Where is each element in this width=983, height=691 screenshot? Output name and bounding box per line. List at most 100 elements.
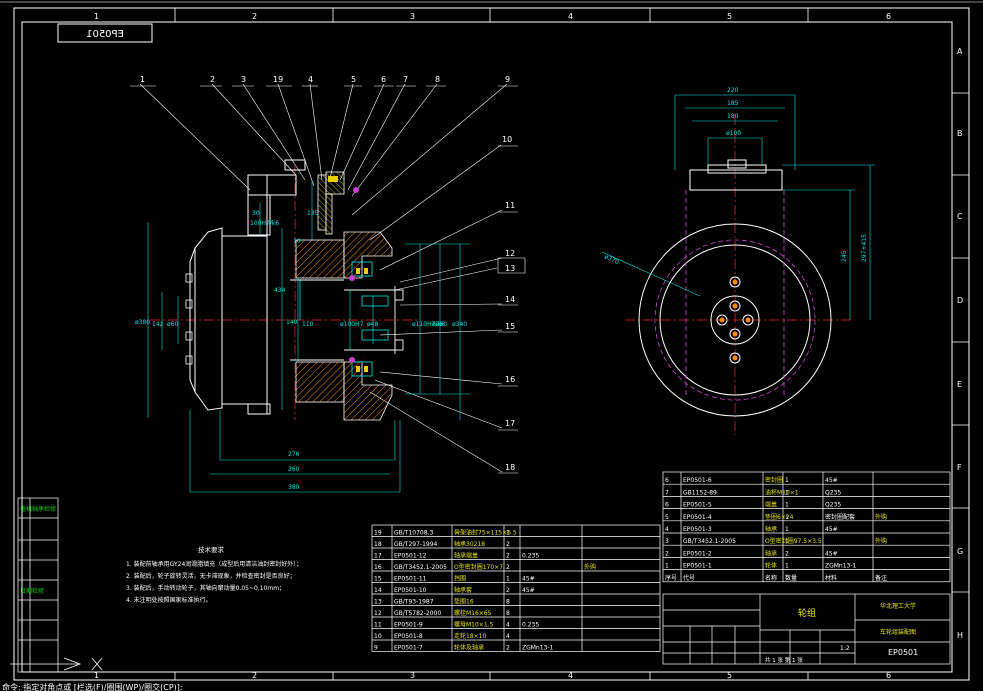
dim-10: 10 [293,238,301,245]
bom-left-row-cell: 走轮18×10 [454,632,486,640]
dim-380: ø380 [135,319,150,326]
title-drawing-title: 车轮组装配图 [880,628,916,636]
bom-left-row-cell: GB/T10708.3 [394,530,433,537]
title-sheet: 共 1 张 第 1 张 [765,656,803,664]
bom-right-row-cell: 轴承 [765,525,777,533]
tech-req-line-3: 3. 装配后，手动转动轮子，其轴向窜动量0.05~0.10mm； [126,584,285,592]
bom-left-row-cell: 0.235 [522,622,539,629]
bom-left-row-cell: 10 [374,633,382,640]
bom-left-row-cell: 挡圈 [454,575,466,583]
bom-left-row-cell: 1 [506,576,510,583]
bom-left-row-cell: GB/T93-1987 [394,599,434,606]
dim-60: ø60 [167,321,178,328]
grid-row-g: G [957,547,963,556]
bom-right-row-cell: 轴承 [765,549,777,557]
bom-right-row-cell: 轮体 [765,562,777,570]
balloon-6: 6 [381,75,386,84]
grid-col-5-bottom: 5 [727,671,732,680]
bom-left-row-cell: EP0501-11 [394,576,427,583]
grid-col-4: 4 [568,12,573,21]
bom-right-row-cell: 3 [665,538,669,545]
bom-right-row-cell: 1 [785,477,789,484]
bom-right-row-cell: Q235 [825,489,841,496]
bom-left-row-cell: EP0501-9 [394,622,423,629]
balloon-3: 3 [241,75,246,84]
bom-right-row-cell: 1 [785,538,789,545]
bom-left-row-cell: 螺母M10×1.5 [454,621,494,629]
tech-req-title: 技术要求 [198,545,225,554]
grid-col-6: 6 [886,12,891,21]
grid-col-2: 2 [252,12,257,21]
bom-left-row-cell: 13 [374,599,382,606]
bom-left-row-cell: EP0501-10 [394,587,427,594]
side-dim-370: ø370 [603,253,620,266]
balloon-19: 19 [273,75,283,84]
balloon-2: 2 [210,75,215,84]
bom-left-row-cell: 17 [374,553,382,560]
side-dim-220: 220 [727,87,739,94]
dim-30: 30 [252,210,260,217]
dim-48: ø48 [367,321,378,328]
title-part-name: 轮组 [798,607,816,619]
grid-col-3-bottom: 3 [410,671,415,680]
bom-left-row-cell: 4 [506,633,510,640]
bom-left-row-cell: 轴承30218 [454,540,485,548]
ucs-icon [10,657,103,671]
bom-left-row-cell: GB/T5782-2000 [394,610,441,617]
balloon-18: 18 [505,463,515,472]
title-drawing-no: EP0501 [888,648,918,657]
bom-left-row-cell: 8 [506,599,510,606]
bom-left-row-cell: O型密封圈170×7 [454,563,503,571]
bom-right-row-header: 名称 [765,574,777,582]
balloon-5: 5 [351,75,356,84]
balloon-10: 10 [502,135,512,144]
balloon-8: 8 [435,75,440,84]
balloon-16: 16 [505,375,515,384]
grid-col-4-bottom: 4 [568,671,573,680]
bom-left-row-cell: 15 [374,576,382,583]
bom-right-row-cell: 垫圈6×24 [765,513,794,521]
grid-row-a: A [957,47,963,56]
bom-left-row-cell: 4 [506,622,510,629]
side-dim-180: 180 [727,113,739,120]
tech-req-line-1: 1. 装配前轴承用GY24润滑脂填充（成型后用清洁油封密封好外）； [126,560,302,568]
bom-right-row-cell: 外购 [875,513,887,521]
bom-right-row-cell: EP0501-3 [683,526,712,533]
grid-row-c: C [957,212,963,221]
bom-left-row-cell: 11 [374,622,382,629]
side-dim-185: 185 [727,100,739,107]
side-dim-297: 297+415 [861,234,868,262]
bom-right-row-header: 备注 [875,574,887,582]
cad-drawing-canvas[interactable]: 1 2 3 4 5 6 1 2 3 4 5 6 A B C D E F G H … [0,0,983,691]
bom-left-row-cell: 螺栓M16×65 [454,609,492,617]
bom-table-right: 6 EP0501-6 密封圈 1 45#7 GB1152-89 油杯M10×11 Q2356 E… [662,471,951,583]
bom-right-row-cell: 45# [825,550,838,557]
bom-left-row-cell: 0.235 [522,553,539,560]
bom-right-row-cell: GB1152-89 [683,489,717,496]
front-section-view: 30 100H7/k6 135 10 434 140 110 ø380 142 … [135,159,470,493]
strip-label-7: 日期检修 [20,587,44,595]
bom-left-row-cell: 14 [374,587,382,594]
dim-260b: 260 [288,466,300,473]
code-box-text: EP0501 [86,29,124,40]
title-scale: 1:2 [840,645,850,652]
bom-left-row-cell: 18 [374,541,382,548]
bom-right-row-header: 代号 [683,574,695,582]
grid-row-b: B [957,129,963,138]
dim-340: ø340 [452,321,467,328]
bom-left-row-cell: 16 [374,564,382,571]
bom-right-row-cell: 1 [785,514,789,521]
grid-col-2-bottom: 2 [252,671,257,680]
bom-right-row-cell: 端盖 [765,501,777,509]
bom-right-row-cell: EP0501-6 [683,477,712,484]
side-dim-245: 245 [841,250,848,262]
balloon-13: 13 [505,264,515,273]
bom-right-row-cell: EP0501-4 [683,514,712,521]
technical-requirements: 技术要求 1. 装配前轴承用GY24润滑脂填充（成型后用清洁油封密封好外）； 2… [126,545,302,604]
bom-right-row-cell: 1 [785,526,789,533]
bom-left-row-cell: EP0501-8 [394,633,423,640]
bom-right-row-cell: 油杯M10×1 [765,488,799,496]
dim-276: 276 [288,451,300,458]
bom-left-row-cell: 2 [506,553,510,560]
bom-right-row-cell: 5 [665,514,669,521]
